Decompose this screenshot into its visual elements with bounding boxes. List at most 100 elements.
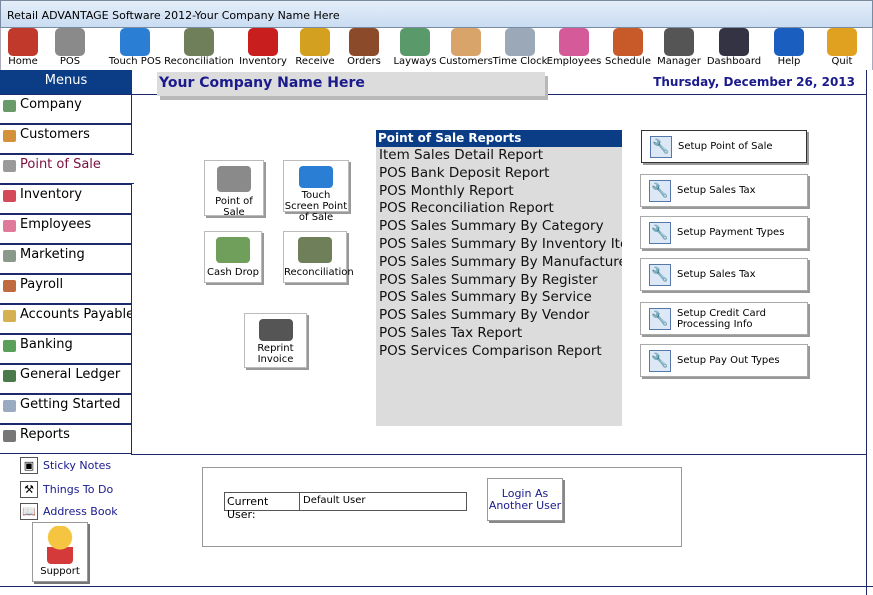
sidebar-item-label: Banking [20,337,73,352]
marketing-icon [3,250,16,262]
sidebar-item-label: Accounts Payable [20,307,135,322]
box-icon [248,28,278,56]
sidebar-item-label: Company [20,97,82,112]
report-item[interactable]: Item Sales Detail Report [376,147,622,165]
sticky-note-icon: ▣ [20,457,38,474]
setup-button[interactable]: 🔧 Setup Point of Sale [641,130,807,163]
report-item[interactable]: POS Sales Summary By Service [376,289,622,307]
toolbar: Home POS Touch POS Reconciliation Inventory R… [0,28,873,70]
ledger-icon [3,370,16,382]
toolbar-label: Orders [347,56,381,67]
employee-icon [3,220,16,232]
wrench-icon: 🔧 [650,136,672,158]
banking-icon [3,340,16,352]
toolbar-touch-pos-button[interactable]: Touch POS [100,28,170,70]
address-book-link[interactable]: 📖 Address Book [20,503,118,520]
things-to-do-link[interactable]: ⚒ Things To Do [20,481,113,498]
toolbar-quit-button[interactable]: Quit [807,28,873,70]
setup-label: Setup Credit Card Processing Info [677,307,766,330]
accounts-payable-icon [3,310,16,322]
support-button[interactable]: Support [32,522,88,582]
support-agent-icon [47,526,73,564]
toolbar-pos-button[interactable]: POS [35,28,105,70]
current-user-label: Current User: [224,492,300,521]
window-title: Retail ADVANTAGE Software 2012-Your Comp… [7,9,340,22]
sidebar-item-label: Customers [20,127,90,142]
report-item[interactable]: POS Sales Summary By Vendor [376,307,622,325]
report-item[interactable]: POS Bank Deposit Report [376,165,622,183]
money-coins-icon [298,237,332,263]
setup-button[interactable]: 🔧 Setup Credit Card Processing Info [640,302,808,335]
setup-label: Setup Pay Out Types [677,355,780,366]
wrench-icon: 🔧 [649,308,671,330]
toolbar-label: Dashboard [706,56,762,67]
setup-label: Setup Point of Sale [678,141,773,152]
link-label: Address Book [43,505,118,518]
sidebar-item-getting-started[interactable]: Getting Started [0,394,132,424]
report-item[interactable]: POS Monthly Report [376,183,622,201]
report-item[interactable]: POS Sales Tax Report [376,325,622,343]
sidebar-item-label: Inventory [20,187,83,202]
sidebar-item-customers[interactable]: Customers [0,124,132,154]
login-another-user-button[interactable]: Login As Another User [487,478,563,521]
report-item[interactable]: POS Sales Summary By Inventory Item [376,236,622,254]
reprint-invoice-button[interactable]: Reprint Invoice [244,313,307,368]
sticky-notes-link[interactable]: ▣ Sticky Notes [20,457,112,474]
toolbar-label: Home [8,56,38,67]
sidebar-item-label: Reports [20,427,70,442]
button-label: Reprint Invoice [257,343,294,365]
sidebar-item-point-of-sale[interactable]: Point of Sale [0,154,134,184]
setup-button[interactable]: 🔧 Setup Pay Out Types [640,344,808,377]
sidebar-item-general-ledger[interactable]: General Ledger [0,364,132,394]
sidebar-item-payroll[interactable]: Payroll [0,274,132,304]
reconciliation-button[interactable]: Reconciliation [283,231,354,283]
link-label: Sticky Notes [43,459,112,472]
house-icon [8,28,38,56]
report-item[interactable]: POS Sales Summary By Register [376,272,622,290]
wrench-icon: 🔧 [649,264,671,286]
wrench-icon: 🔧 [649,180,671,202]
touch-screen-point-of-sale-button[interactable]: Touch Screen Point of Sale [283,160,349,223]
setup-label: Setup Payment Types [677,227,785,238]
setup-label: Setup Sales Tax [677,185,756,196]
report-item[interactable]: POS Reconciliation Report [376,200,622,218]
exit-door-icon [827,28,857,56]
reports-list: Point of Sale Reports Item Sales Detail … [376,130,622,426]
sidebar-item-employees[interactable]: Employees [0,214,132,244]
wrench-icon: 🔧 [649,350,671,372]
support-label: Support [40,566,80,577]
order-form-icon [349,28,379,56]
clock-icon [505,28,535,56]
sidebar-item-marketing[interactable]: Marketing [0,244,132,274]
cash-drop-icon [216,237,250,263]
toolbar-label: POS [59,56,81,67]
setup-button[interactable]: 🔧 Setup Sales Tax [640,174,808,207]
reports-title: Point of Sale Reports [376,130,622,147]
calendar-icon [613,28,643,56]
sidebar-item-company[interactable]: Company [0,94,132,124]
sidebar-item-accounts-payable[interactable]: Accounts Payable [0,304,135,334]
setup-button[interactable]: 🔧 Setup Payment Types [640,216,808,249]
printer-icon [258,319,293,341]
report-item[interactable]: POS Sales Summary By Manufacturer [376,254,622,272]
reports-icon [3,430,16,442]
toolbar-label: Reconciliation [164,56,234,67]
sidebar-item-reports[interactable]: Reports [0,424,132,454]
money-coins-icon [184,28,214,56]
hammer-icon: ⚒ [20,481,38,498]
sidebar-item-banking[interactable]: Banking [0,334,132,364]
report-item[interactable]: POS Sales Summary By Category [376,218,622,236]
setup-label: Setup Sales Tax [677,269,756,280]
layaway-icon [400,28,430,56]
gauge-icon [719,28,749,56]
setup-button[interactable]: 🔧 Setup Sales Tax [640,258,808,291]
window-title-bar: Retail ADVANTAGE Software 2012-Your Comp… [0,0,873,28]
toolbar-reconciliation-button[interactable]: Reconciliation [164,28,234,70]
cash-drop-button[interactable]: Cash Drop [204,231,262,283]
payroll-icon [3,280,16,292]
report-item[interactable]: POS Services Comparison Report [376,343,622,361]
current-user-value: Default User [299,492,467,511]
keyboard-icon [3,400,16,412]
point-of-sale-button[interactable]: Point of Sale [204,160,264,218]
sidebar-item-inventory[interactable]: Inventory [0,184,132,214]
